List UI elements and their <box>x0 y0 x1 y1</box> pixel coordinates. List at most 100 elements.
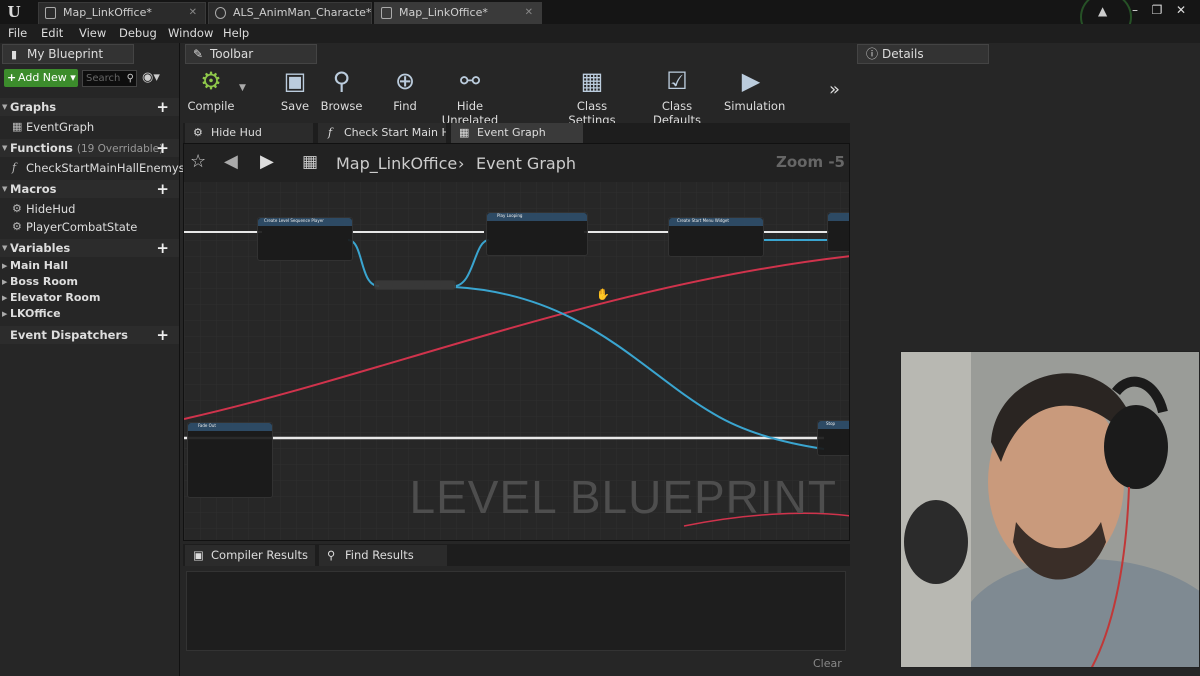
node-create-start-menu-widget[interactable]: Create Start Menu Widget <box>668 217 764 257</box>
variable-category-elevator-room[interactable]: ▶ Elevator Room <box>0 290 179 306</box>
my-blueprint-tab[interactable]: ▮ My Blueprint <box>2 44 134 64</box>
expand-icon: ▶ <box>2 262 8 270</box>
menu-help[interactable]: Help <box>223 26 249 40</box>
simulation-button[interactable]: ▶ Simulation <box>724 65 785 113</box>
menu-file[interactable]: File <box>8 26 27 40</box>
back-arrow-icon[interactable]: ◀ <box>224 151 238 172</box>
macro-item-hidehud[interactable]: ⚙ HideHud <box>0 200 179 218</box>
class-settings-button[interactable]: ▦ Class Settings <box>555 65 629 127</box>
add-function-button[interactable]: + <box>156 139 169 157</box>
class-defaults-button[interactable]: ☑ Class Defaults <box>639 65 715 127</box>
star-icon[interactable]: ☆ <box>190 151 206 172</box>
eye-icon[interactable]: ◉▾ <box>142 70 168 86</box>
unreal-logo-icon: U <box>7 3 21 21</box>
macros-section[interactable]: ▼ Macros + <box>0 180 179 198</box>
collapse-icon: ▼ <box>2 244 8 252</box>
map-icon <box>45 7 56 19</box>
level-blueprint-watermark: LEVEL BLUEPRINT <box>409 471 837 523</box>
save-button[interactable]: ▣ Save <box>275 65 315 113</box>
menu-window[interactable]: Window <box>168 26 213 40</box>
tab-check-start-main[interactable]: f Check Start Main H <box>318 123 446 143</box>
wrench-icon: ✎ <box>193 47 204 61</box>
gear-icon: ⚙ <box>12 202 22 215</box>
webcam-overlay <box>900 351 1200 668</box>
find-button[interactable]: ⊕ Find <box>386 65 424 113</box>
gear-icon: ⚙ <box>193 126 203 139</box>
breadcrumb-graph: Event Graph <box>476 154 576 173</box>
toolbar-panel: ✎ Toolbar ⚙ Compile ▼ ▣ Save ⚲ Browse ⊕ Find … <box>183 43 850 127</box>
hide-unrelated-button[interactable]: ⚯ Hide Unrelated <box>432 65 508 127</box>
tab-compiler-results[interactable]: ▣ Compiler Results <box>185 545 315 566</box>
close-window-button[interactable]: ✕ <box>1170 1 1192 19</box>
toolbar-tab[interactable]: ✎ Toolbar <box>185 44 317 64</box>
compile-button[interactable]: ⚙ Compile <box>186 65 236 113</box>
graph-item-eventgraph[interactable]: ▦ EventGraph <box>0 118 179 136</box>
node-add-to-viewport[interactable] <box>827 212 849 252</box>
add-macro-button[interactable]: + <box>156 180 169 198</box>
variable-category-main-hall[interactable]: ▶ Main Hall <box>0 258 179 274</box>
maximize-button[interactable]: ❐ <box>1146 1 1168 19</box>
add-dispatcher-button[interactable]: + <box>156 326 169 344</box>
expand-icon: ▶ <box>2 278 8 286</box>
macro-item-playercombatstate[interactable]: ⚙ PlayerCombatState <box>0 218 179 236</box>
search-input[interactable]: Search ⚲ <box>82 70 137 87</box>
close-icon[interactable]: ✕ <box>189 3 197 23</box>
function-icon: f <box>328 126 333 139</box>
bottom-tabs: ▣ Compiler Results ⚲ Find Results <box>183 544 850 566</box>
node-create-level-sequence-player[interactable]: Create Level Sequence Player <box>257 217 353 261</box>
map-icon <box>381 7 392 19</box>
close-icon[interactable]: ✕ <box>525 3 533 23</box>
clear-button[interactable]: Clear <box>813 657 842 670</box>
tab-find-results[interactable]: ⚲ Find Results <box>319 545 447 566</box>
menu-edit[interactable]: Edit <box>41 26 63 40</box>
menu-debug[interactable]: Debug <box>119 26 157 40</box>
function-icon: f <box>12 161 17 174</box>
node-header <box>828 213 849 221</box>
collapse-icon: ▼ <box>2 103 8 111</box>
variable-category-lkoffice[interactable]: ▶ LKOffice <box>0 306 179 322</box>
forward-arrow-icon[interactable]: ▶ <box>260 151 274 172</box>
breadcrumb-separator-icon: › <box>458 154 465 173</box>
event-graph-canvas[interactable]: ☆ ◀ ▶ ▦ Map_LinkOffice › Event Graph Zoo… <box>183 143 850 541</box>
graphs-section[interactable]: ▼ Graphs + <box>0 98 179 116</box>
tab-hide-hud[interactable]: ⚙ Hide Hud <box>185 123 313 143</box>
binoculars-icon: ⊕ <box>394 67 416 95</box>
node-play-looping[interactable]: Play Looping <box>486 212 588 256</box>
more-chevron-icon[interactable]: » <box>829 79 840 100</box>
node-fade-out[interactable]: Fade Out <box>187 422 273 498</box>
collapse-icon: ▼ <box>2 185 8 193</box>
event-dispatchers-section[interactable]: Event Dispatchers + <box>0 326 179 344</box>
browse-button[interactable]: ⚲ Browse <box>319 65 364 113</box>
tab-event-graph[interactable]: ▦ Event Graph <box>451 123 583 143</box>
save-icon: ▣ <box>283 67 307 95</box>
add-new-button[interactable]: + Add New ▾ <box>4 69 78 87</box>
graph-icon: ▦ <box>12 120 23 133</box>
window-tab-2[interactable]: ALS_AnimMan_Characte* <box>208 2 372 24</box>
gear-icon: ⚙ <box>12 220 22 233</box>
class-settings-icon: ▦ <box>580 67 604 95</box>
graph-tabs: ⚙ Hide Hud f Check Start Main H ▦ Event Gra… <box>183 123 850 143</box>
hide-unrelated-icon: ⚯ <box>459 67 481 95</box>
graph-icon: ▦ <box>302 152 319 172</box>
compile-dropdown-icon[interactable]: ▼ <box>239 83 246 93</box>
node-sequence-player-getter[interactable] <box>374 280 456 290</box>
magnifier-icon: ⚲ <box>332 67 351 95</box>
search-icon: ⚲ <box>327 548 336 562</box>
menu-view[interactable]: View <box>79 26 106 40</box>
compiler-results-area <box>186 571 846 651</box>
add-variable-button[interactable]: + <box>156 239 169 257</box>
functions-section[interactable]: ▼ Functions (19 Overridable) + <box>0 139 179 157</box>
window-tab-3[interactable]: Map_LinkOffice* ✕ <box>374 2 542 24</box>
node-stop[interactable]: Stop <box>817 420 849 456</box>
details-tab[interactable]: ⓘ Details <box>857 44 989 64</box>
search-icon: ⚲ <box>126 73 134 84</box>
variable-category-boss-room[interactable]: ▶ Boss Room <box>0 274 179 290</box>
window-tab-1[interactable]: Map_LinkOffice* ✕ <box>38 2 206 24</box>
function-item[interactable]: f CheckStartMainHallEnemys <box>0 159 185 177</box>
add-graph-button[interactable]: + <box>156 98 169 116</box>
variables-section[interactable]: ▼ Variables + <box>0 239 179 257</box>
menu-bar: File Edit View Debug Window Help <box>0 24 1200 43</box>
expand-icon: ▶ <box>2 294 8 302</box>
breadcrumb-map[interactable]: Map_LinkOffice <box>336 154 457 173</box>
my-blueprint-panel: ▮ My Blueprint + Add New ▾ Search ⚲ ◉▾ ▼ Gra… <box>0 43 185 676</box>
